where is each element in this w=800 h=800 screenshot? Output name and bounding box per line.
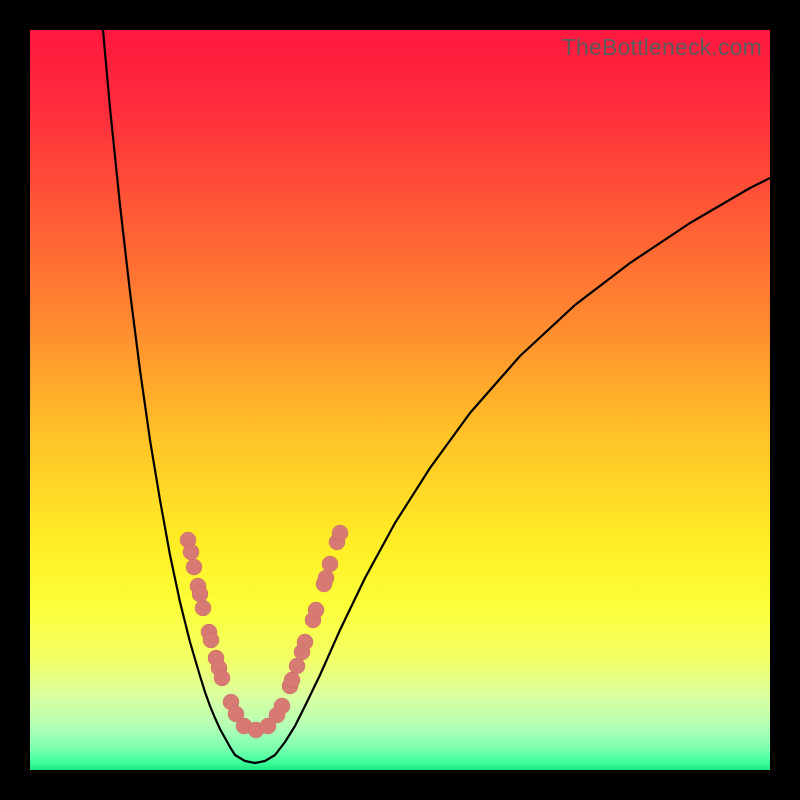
data-point bbox=[195, 600, 211, 616]
data-point bbox=[332, 525, 348, 541]
outer-frame: TheBottleneck.com bbox=[0, 0, 800, 800]
highlight-dots bbox=[180, 525, 348, 738]
plot-area: TheBottleneck.com bbox=[30, 30, 770, 770]
data-point bbox=[203, 632, 219, 648]
data-point bbox=[308, 602, 324, 618]
data-point bbox=[214, 670, 230, 686]
data-point bbox=[297, 634, 313, 650]
data-point bbox=[192, 586, 208, 602]
data-point bbox=[183, 544, 199, 560]
data-point bbox=[284, 672, 300, 688]
data-point bbox=[274, 698, 290, 714]
data-point bbox=[186, 559, 202, 575]
bottleneck-curve bbox=[103, 30, 770, 763]
chart-svg bbox=[30, 30, 770, 770]
data-point bbox=[318, 570, 334, 586]
data-point bbox=[322, 556, 338, 572]
data-point bbox=[289, 658, 305, 674]
